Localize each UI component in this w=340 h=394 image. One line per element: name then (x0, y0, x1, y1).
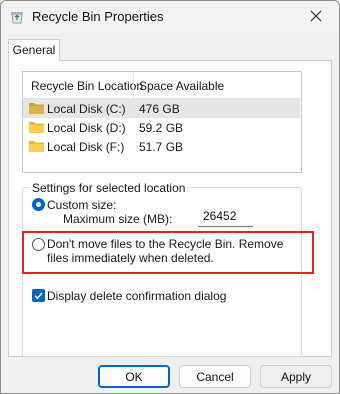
drive-folder-icon (28, 120, 45, 134)
close-button[interactable] (293, 1, 339, 33)
apply-button[interactable]: Apply (260, 365, 332, 388)
list-header: Recycle Bin Location Space Available (23, 72, 301, 99)
confirm-label[interactable]: Display delete confirmation dialog (47, 289, 226, 303)
cancel-button[interactable]: Cancel (179, 365, 251, 388)
recycle-bin-properties-window: Recycle Bin Properties General Recycle B… (0, 0, 340, 394)
location-name: Local Disk (F:) (47, 140, 125, 154)
custom-size-label[interactable]: Custom size: (47, 198, 116, 212)
list-item[interactable]: Local Disk (D:) 59.2 GB (23, 118, 301, 137)
close-icon (310, 10, 322, 25)
max-size-input[interactable] (198, 206, 253, 227)
location-name: Local Disk (C:) (47, 102, 126, 116)
dont-move-label[interactable]: Don't move files to the Recycle Bin. Rem… (47, 237, 297, 265)
column-header-location[interactable]: Recycle Bin Location (31, 79, 143, 93)
checkmark-icon (34, 292, 43, 300)
recycle-bin-location-list[interactable]: Recycle Bin Location Space Available Loc… (22, 71, 302, 173)
list-item[interactable]: Local Disk (F:) 51.7 GB (23, 137, 301, 156)
window-title: Recycle Bin Properties (32, 9, 164, 24)
tab-general[interactable]: General (8, 39, 60, 61)
confirm-checkbox[interactable] (32, 289, 45, 302)
space-available: 59.2 GB (139, 121, 184, 135)
list-item[interactable]: Local Disk (C:) 476 GB (23, 99, 300, 118)
recycle-bin-icon (10, 10, 24, 24)
title-bar: Recycle Bin Properties (1, 1, 339, 33)
column-header-space[interactable]: Space Available (139, 79, 224, 93)
column-divider[interactable] (133, 72, 134, 98)
settings-group-label: Settings for selected location (30, 181, 188, 195)
drive-folder-icon (28, 101, 45, 115)
max-size-label: Maximum size (MB): (63, 212, 173, 226)
ok-button[interactable]: OK (98, 365, 170, 388)
space-available: 476 GB (139, 102, 180, 116)
drive-folder-icon (28, 139, 45, 153)
space-available: 51.7 GB (139, 140, 184, 154)
location-name: Local Disk (D:) (47, 121, 126, 135)
custom-size-radio[interactable] (32, 198, 45, 211)
dont-move-radio[interactable] (32, 238, 45, 251)
